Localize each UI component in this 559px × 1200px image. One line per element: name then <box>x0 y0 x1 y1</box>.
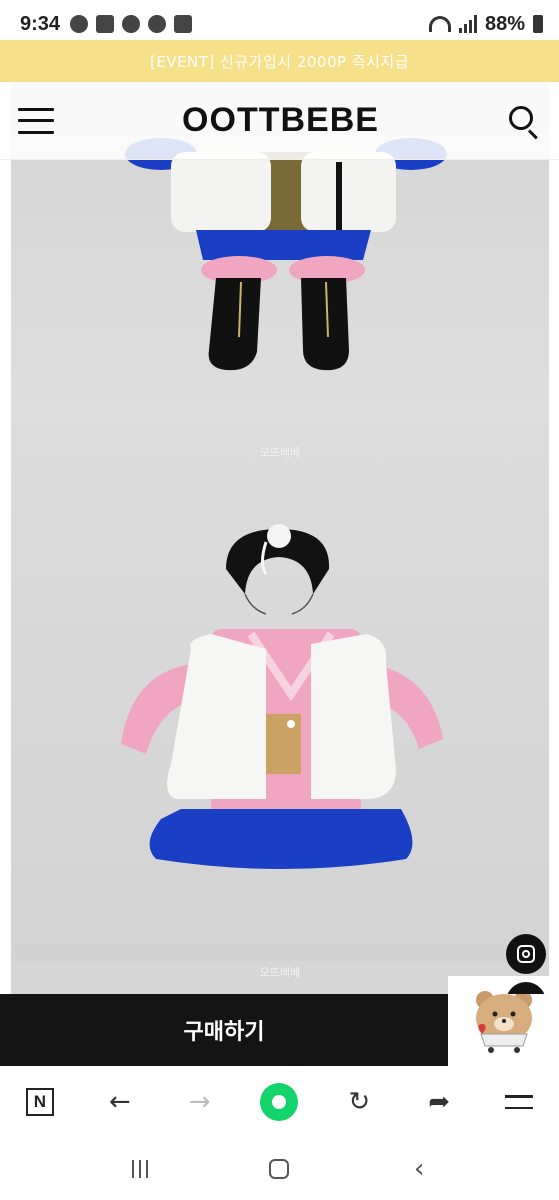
battery-percent: 88% <box>484 12 525 35</box>
home-icon <box>269 1159 290 1179</box>
cloud-icon <box>148 15 167 33</box>
notification-icons <box>70 15 193 33</box>
green-dot-icon <box>260 1083 299 1121</box>
system-navigation: ‹ <box>0 1138 559 1200</box>
search-button[interactable] <box>507 104 541 139</box>
feather-icon <box>122 15 141 33</box>
naver-icon: N <box>25 1088 54 1116</box>
naver-home-button[interactable]: N <box>18 1080 62 1124</box>
browser-menu-button[interactable] <box>497 1080 541 1124</box>
forward-button[interactable]: → <box>178 1080 222 1124</box>
instagram-icon <box>517 945 535 963</box>
share-button[interactable]: ➦ <box>417 1080 461 1124</box>
event-banner-text: [EVENT] 신규가입시 2000P 즉시지급 <box>149 52 410 71</box>
recents-button[interactable] <box>120 1149 160 1189</box>
kakaotalk-icon <box>70 15 89 33</box>
back-button[interactable]: ← <box>98 1080 142 1124</box>
refresh-button[interactable]: ↻ <box>337 1080 381 1124</box>
product-photo-2: 오뜨베베 <box>11 424 549 962</box>
green-dot-button[interactable] <box>257 1080 301 1124</box>
product-detail-content[interactable]: 오뜨베베 오뜨베베 ︿ <box>0 82 559 994</box>
arrow-left-icon: ← <box>108 1087 131 1117</box>
browser-toolbar: N ← → ↻ ➦ <box>0 1066 559 1138</box>
site-logo[interactable]: OOTTBEBE <box>54 101 507 140</box>
site-header: OOTTBEBE <box>0 82 559 160</box>
hamburger-icon <box>504 1095 533 1109</box>
refresh-icon: ↻ <box>348 1087 371 1117</box>
signal-icon <box>458 15 477 33</box>
bear-cart-icon <box>475 991 532 1053</box>
chevron-left-icon: ‹ <box>413 1154 425 1184</box>
system-back-button[interactable]: ‹ <box>399 1149 439 1189</box>
instagram-button[interactable] <box>506 934 546 974</box>
scroll-controls: ︿ ﹀ <box>506 982 546 994</box>
event-banner[interactable]: [EVENT] 신규가입시 2000P 즉시지급 <box>0 40 559 82</box>
clock: 9:34 <box>20 12 61 35</box>
share-icon: ➦ <box>428 1087 451 1117</box>
photo-watermark: 오뜨베베 <box>259 446 301 459</box>
hanbok-pink-illustration <box>121 524 443 869</box>
pencil-icon <box>174 15 193 33</box>
buy-button-label: 구매하기 <box>183 1020 265 1045</box>
wifi-icon <box>428 16 451 32</box>
search-icon <box>509 105 533 130</box>
recents-icon <box>131 1160 148 1178</box>
menu-button[interactable] <box>18 107 54 134</box>
battery-icon <box>533 15 543 33</box>
scroll-top-button[interactable]: ︿ <box>506 982 546 994</box>
chevron-up-icon: ︿ <box>519 992 533 994</box>
system-status: 88% <box>428 12 543 36</box>
gallery-icon <box>96 15 115 33</box>
arrow-right-icon: → <box>188 1087 211 1117</box>
home-button[interactable] <box>259 1149 299 1189</box>
buy-button[interactable]: 구매하기 <box>0 994 448 1066</box>
